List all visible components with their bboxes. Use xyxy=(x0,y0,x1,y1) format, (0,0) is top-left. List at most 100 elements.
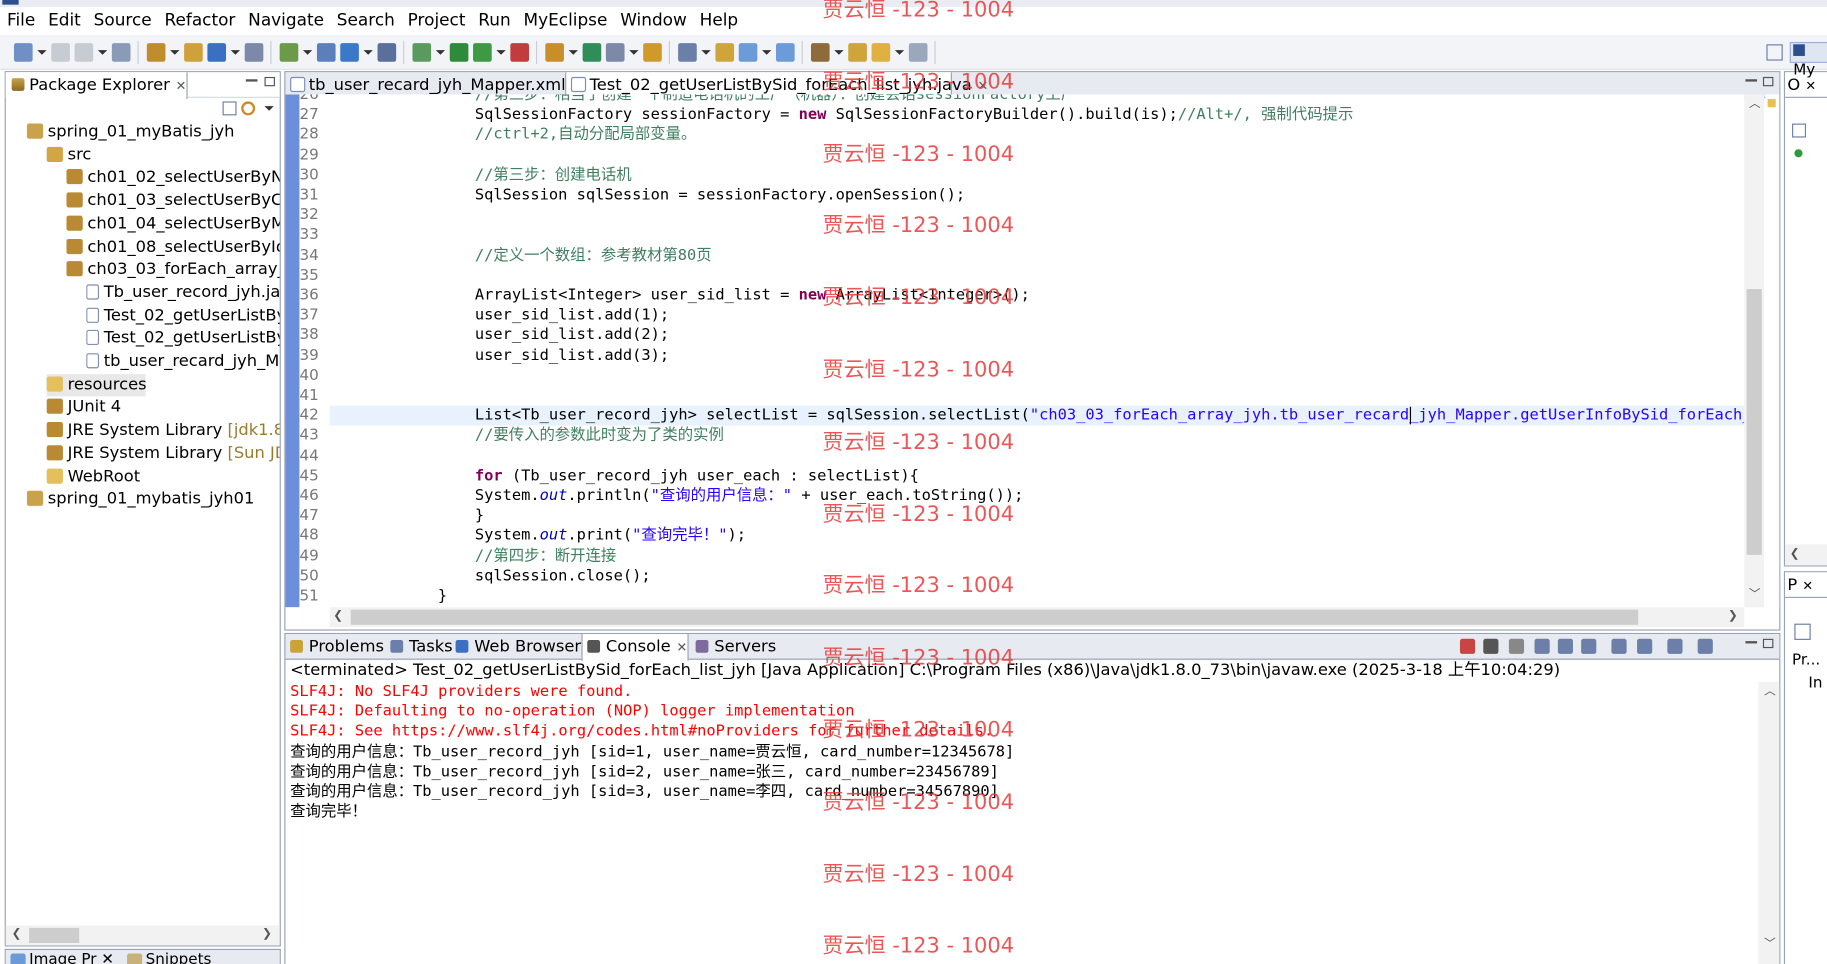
dropdown-arrow-icon[interactable] xyxy=(629,50,639,55)
toolbar-button-icon[interactable] xyxy=(74,43,94,62)
close-icon[interactable]: ✕ xyxy=(676,640,687,655)
toolbar-button-icon[interactable] xyxy=(605,43,625,62)
toolbar-button-icon[interactable] xyxy=(643,43,662,62)
tab-tasks[interactable]: Tasks xyxy=(386,634,453,660)
code-line[interactable]: 43 //要传入的参数此时变为了类的实例 xyxy=(285,426,1744,446)
tree-item[interactable]: JRE System Library [jdk1.8.0_ xyxy=(46,420,280,442)
toolbar-button-icon[interactable] xyxy=(184,43,203,62)
dropdown-arrow-icon[interactable] xyxy=(701,50,711,55)
console-v-scrollbar[interactable]: ︿ ﹀ xyxy=(1758,681,1780,964)
console-toolbar-button-icon[interactable] xyxy=(1581,638,1597,654)
code-line[interactable]: 47 } xyxy=(285,506,1744,526)
code-line[interactable]: 35 xyxy=(285,266,1744,286)
toolbar-button-icon[interactable] xyxy=(738,43,758,62)
scroll-right-icon[interactable]: ❯ xyxy=(262,928,272,942)
tab-image-preview[interactable]: Image Pr ✕ xyxy=(6,950,114,964)
minimize-icon[interactable] xyxy=(1745,79,1758,82)
code-line[interactable]: 38 user_sid_list.add(2); xyxy=(285,326,1744,346)
tree-item[interactable]: tb_user_recard_jyh_Map xyxy=(86,351,280,373)
link-with-editor-icon[interactable] xyxy=(241,101,256,116)
toolbar-button-icon[interactable] xyxy=(279,43,299,62)
code-line[interactable]: 44 xyxy=(285,446,1744,466)
scroll-left-icon[interactable]: ❮ xyxy=(1790,548,1800,562)
toolbar-button-icon[interactable] xyxy=(111,43,131,62)
tree-item[interactable]: ch01_03_selectUserByClas xyxy=(66,190,280,212)
code-line[interactable]: 46 System.out.println("查询的用户信息：" + user_… xyxy=(285,486,1744,506)
code-line[interactable]: 30 //第三步：创建电话机 xyxy=(285,165,1744,185)
tree-item[interactable]: ch01_04_selectUserByMap xyxy=(66,213,280,235)
close-icon[interactable]: ✕ xyxy=(978,78,989,93)
console-toolbar-button-icon[interactable] xyxy=(1637,638,1653,654)
dropdown-arrow-icon[interactable] xyxy=(568,50,578,55)
dropdown-arrow-icon[interactable] xyxy=(170,50,180,55)
view-menu-icon[interactable] xyxy=(264,106,274,111)
toolbar-button-icon[interactable] xyxy=(678,43,697,62)
tree-item[interactable]: spring_01_mybatis_jyh01 xyxy=(26,489,280,511)
toolbar-button-icon[interactable] xyxy=(545,43,564,62)
menu-refactor[interactable]: Refactor xyxy=(160,7,244,35)
menu-source[interactable]: Source xyxy=(89,7,160,35)
code-line[interactable]: 33 xyxy=(285,225,1744,245)
open-perspective-icon[interactable] xyxy=(1766,44,1783,61)
tree-item[interactable]: Test_02_getUserListByS xyxy=(86,305,280,327)
tree-h-scrollbar[interactable]: ❮ ❯ xyxy=(5,925,280,946)
collapse-all-icon[interactable] xyxy=(222,101,237,116)
menu-edit[interactable]: Edit xyxy=(43,7,89,35)
tree-item[interactable]: JUnit 4 xyxy=(46,397,280,419)
tree-item[interactable]: Tb_user_record_jyh.java xyxy=(86,282,280,304)
code-line[interactable]: 31 SqlSession sqlSession = sessionFactor… xyxy=(285,185,1744,205)
toolbar-button-icon[interactable] xyxy=(207,43,227,62)
menu-project[interactable]: Project xyxy=(403,7,474,35)
toolbar-button-icon[interactable] xyxy=(146,43,166,62)
menu-run[interactable]: Run xyxy=(474,7,519,35)
tab-properties[interactable]: P ✕ xyxy=(1785,572,1813,598)
editor-v-scroll-thumb[interactable] xyxy=(1746,289,1762,555)
dropdown-arrow-icon[interactable] xyxy=(762,50,772,55)
tree-item[interactable]: ch01_08_selectUserById_jy xyxy=(66,236,280,258)
code-line[interactable]: 40 xyxy=(285,366,1744,386)
dropdown-arrow-icon[interactable] xyxy=(97,50,108,55)
scroll-down-icon[interactable]: ﹀ xyxy=(1764,938,1776,952)
code-line[interactable]: 48 System.out.print("查询完毕！"); xyxy=(285,526,1744,546)
code-line[interactable]: 45 for (Tb_user_record_jyh user_each : s… xyxy=(285,466,1744,486)
toolbar-button-icon[interactable] xyxy=(715,43,735,62)
tab-package-explorer[interactable]: Package Explorer ✕ xyxy=(5,72,188,100)
console-toolbar-button-icon[interactable] xyxy=(1459,638,1476,654)
scroll-up-icon[interactable]: ︿ xyxy=(1749,98,1761,112)
menu-myeclipse[interactable]: MyEclipse xyxy=(519,7,616,35)
toolbar-button-icon[interactable] xyxy=(776,43,795,62)
code-line[interactable]: 32 xyxy=(285,205,1744,225)
toolbar-button-icon[interactable] xyxy=(244,43,264,62)
tree-item[interactable]: resources xyxy=(46,373,146,396)
code-line[interactable]: 29 xyxy=(285,145,1744,165)
tab-snippets[interactable]: Snippets xyxy=(122,950,211,964)
code-line[interactable]: 27 SqlSessionFactory sessionFactory = ne… xyxy=(285,105,1744,125)
dropdown-arrow-icon[interactable] xyxy=(37,50,47,55)
menu-help[interactable]: Help xyxy=(695,7,746,35)
close-icon[interactable]: ✕ xyxy=(176,78,187,93)
tree-item[interactable]: ch01_02_selectUserByNam xyxy=(66,167,280,189)
tree-item[interactable]: src xyxy=(46,144,280,166)
code-line[interactable]: 49 //第四步：断开连接 xyxy=(285,546,1744,566)
code-line[interactable]: 39 user_sid_list.add(3); xyxy=(285,346,1744,366)
code-line[interactable]: 28 //ctrl+2,自动分配局部变量。 xyxy=(285,125,1744,145)
warning-marker-icon[interactable] xyxy=(1767,99,1776,108)
scroll-left-icon[interactable]: ❮ xyxy=(333,610,343,624)
code-line[interactable]: 50 sqlSession.close(); xyxy=(285,566,1744,586)
code-line[interactable]: 42 List<Tb_user_record_jyh> selectList =… xyxy=(299,405,1745,426)
tree-item[interactable]: JRE System Library [Sun JDK xyxy=(46,443,280,465)
console-output[interactable]: SLF4J: No SLF4J providers were found. SLF… xyxy=(285,682,1755,964)
console-toolbar-button-icon[interactable] xyxy=(1611,638,1627,654)
dropdown-arrow-icon[interactable] xyxy=(894,50,905,55)
code-line[interactable]: 37 user_sid_list.add(1); xyxy=(285,306,1744,326)
toolbar-button-icon[interactable] xyxy=(13,43,33,62)
console-toolbar-button-icon[interactable] xyxy=(1697,638,1713,654)
maximize-icon[interactable] xyxy=(264,76,275,87)
outline-h-scrollbar[interactable]: ❮ xyxy=(1785,544,1827,566)
code-line[interactable]: 51 } xyxy=(285,586,1744,606)
maximize-icon[interactable] xyxy=(1762,76,1774,87)
console-toolbar-button-icon[interactable] xyxy=(1557,638,1573,654)
tree-h-scroll-thumb[interactable] xyxy=(29,927,80,944)
editor-v-scrollbar[interactable]: ︿ ﹀ xyxy=(1744,94,1765,608)
myeclipse-perspective[interactable]: My xyxy=(1789,41,1827,79)
